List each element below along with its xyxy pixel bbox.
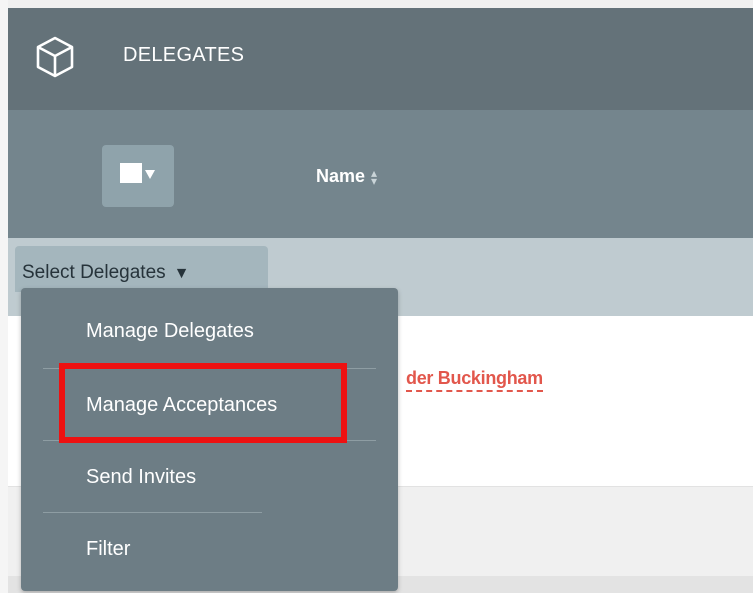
chevron-down-icon <box>145 170 155 179</box>
delegate-name-link[interactable]: der Buckingham <box>406 368 543 392</box>
table-header: Name ▴ ▾ <box>8 110 753 238</box>
name-column-header[interactable]: Name ▴ ▾ <box>316 166 377 187</box>
page-background <box>0 0 8 593</box>
menu-item-send-invites[interactable]: Send Invites <box>86 466 196 489</box>
cube-icon <box>36 36 74 78</box>
menu-divider <box>43 512 262 513</box>
select-delegates-label: Select Delegates <box>22 262 166 283</box>
select-delegates-button[interactable]: Select Delegates ▼ <box>15 246 268 292</box>
menu-item-filter[interactable]: Filter <box>86 538 130 561</box>
select-delegates-dropdown: Manage Delegates Manage Acceptances Send… <box>21 288 398 591</box>
menu-item-manage-delegates[interactable]: Manage Delegates <box>86 320 254 343</box>
sort-icon: ▴ ▾ <box>371 166 378 189</box>
page-title: DELEGATES <box>123 44 245 66</box>
menu-divider <box>43 440 376 441</box>
view-toggle-button[interactable] <box>102 145 174 207</box>
module-header: DELEGATES <box>8 8 753 110</box>
menu-item-manage-acceptances[interactable]: Manage Acceptances <box>86 394 277 417</box>
name-column-label: Name <box>316 166 366 186</box>
menu-divider <box>43 368 376 369</box>
view-toggle-icon <box>120 163 142 183</box>
caret-down-icon: ▼ <box>173 265 190 282</box>
